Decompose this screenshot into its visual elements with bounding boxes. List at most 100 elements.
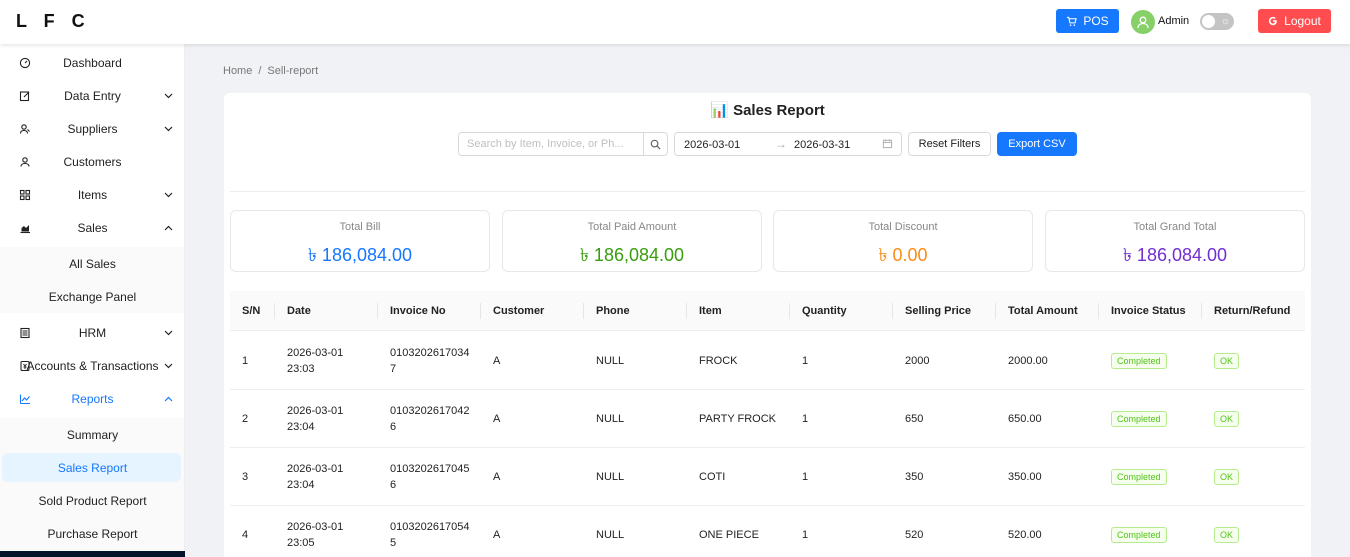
search-field[interactable] [458,132,668,156]
cell-item: FROCK [699,355,738,367]
table-row[interactable]: 2 2026-03-01 23:04 0103202617042 6 A NULL … [230,390,1305,448]
sidebar-item-customers[interactable]: Customers [0,145,184,178]
stat-title: Total Bill [339,221,381,233]
date-end-input[interactable]: 2026-03-31 [794,139,850,151]
search-icon [650,139,661,150]
cell-total-amount: 650.00 [1008,413,1042,425]
sidebar-item-hrm[interactable]: HRM [0,316,184,349]
search-input[interactable] [459,133,645,155]
chevron-down-icon [163,361,173,371]
column-header-phone[interactable]: Phone [596,305,630,317]
stat-title: Total Paid Amount [587,221,677,233]
sidebar-item-accounts[interactable]: Accounts & Transactions [0,349,184,382]
sidebar-item-label: Reports [71,391,114,406]
sidebar-item-suppliers[interactable]: Suppliers [0,112,184,145]
sidebar-item-label: Purchase Report [47,526,138,541]
sidebar-item-label: All Sales [69,256,116,271]
cell-date-time: 23:04 [287,421,315,433]
sidebar-item-purchase-report[interactable]: Purchase Report [0,517,184,550]
cell-quantity: 1 [802,355,809,367]
breadcrumb-home[interactable]: Home [223,65,252,77]
chevron-down-icon [163,190,173,200]
pos-label: POS [1083,14,1109,28]
calendar-icon [882,138,893,152]
cell-date: 2026-03-01 23:05 [287,519,343,551]
stat-card-total-paid: Total Paid Amount ৳ 186,084.00 [502,210,762,272]
cell-sn: 3 [242,471,249,483]
page-title: 📊 Sales Report [224,101,1311,119]
cell-invoice-part2: 7 [390,363,397,375]
cell-customer: A [493,471,501,483]
cell-quantity: 1 [802,413,809,425]
cell-invoice-part2: 5 [390,537,397,549]
column-header-invoice[interactable]: Invoice No [390,305,446,317]
logout-button[interactable]: Logout [1258,9,1331,33]
table-row[interactable]: 3 2026-03-01 23:04 0103202617045 6 A NULL … [230,448,1305,506]
shopping-cart-icon [1067,16,1078,26]
sidebar-item-sold-product-report[interactable]: Sold Product Report [0,484,184,517]
sidebar-item-label: Exchange Panel [48,289,137,304]
column-divider [892,303,893,319]
cell-sn: 1 [242,355,249,367]
date-start-input[interactable]: 2026-03-01 [684,139,740,151]
sidebar-item-label: Items [77,187,108,202]
cell-invoice: 0103202617042 6 [390,403,470,435]
sidebar-item-label: Sales [77,220,108,235]
table-header: S/N Date Invoice No Customer Phone Item … [230,291,1305,331]
column-header-sn[interactable]: S/N [242,305,260,317]
cell-customer: A [493,413,501,425]
sidebar-item-all-sales[interactable]: All Sales [0,247,184,280]
column-header-invoice-status[interactable]: Invoice Status [1111,305,1186,317]
stat-card-total-bill: Total Bill ৳ 186,084.00 [230,210,490,272]
cell-invoice-part2: 6 [390,421,397,433]
column-divider [1201,303,1202,319]
cell-sn: 4 [242,529,249,541]
sidebar-item-exchange-panel[interactable]: Exchange Panel [0,280,184,313]
breadcrumb: Home / Sell-report [223,65,318,77]
sidebar-item-reports[interactable]: Reports [0,382,184,415]
date-range-picker[interactable]: 2026-03-01 → 2026-03-31 [674,132,902,156]
theme-toggle[interactable]: ☼ [1200,13,1234,30]
cell-date-time: 23:04 [287,479,315,491]
chevron-up-icon [163,223,173,233]
pos-button[interactable]: POS [1056,9,1119,33]
export-csv-button[interactable]: Export CSV [997,132,1077,156]
sidebar-item-label: Dashboard [63,55,122,70]
cell-date-time: 23:03 [287,363,315,375]
column-header-total-amount[interactable]: Total Amount [1008,305,1078,317]
cell-invoice: 0103202617054 5 [390,519,470,551]
sidebar-item-data-entry[interactable]: Data Entry [0,79,184,112]
sidebar-item-items[interactable]: Items [0,178,184,211]
sidebar-footer-bar [0,551,185,557]
cell-selling-price: 2000 [905,355,930,367]
table-row[interactable]: 1 2026-03-01 23:03 0103202617034 7 A NULL … [230,332,1305,390]
reset-filters-button[interactable]: Reset Filters [908,132,991,156]
toggle-knob [1202,15,1215,28]
sidebar-item-label: Customers [63,154,122,169]
column-header-quantity[interactable]: Quantity [802,305,847,317]
cell-customer: A [493,529,501,541]
sidebar: Dashboard Data Entry Suppliers Customers… [0,44,185,557]
sidebar-item-summary[interactable]: Summary [0,418,184,451]
avatar[interactable] [1131,10,1155,34]
sidebar-item-sales[interactable]: Sales [0,211,184,244]
divider [230,191,1305,192]
column-header-item[interactable]: Item [699,305,722,317]
column-header-date[interactable]: Date [287,305,311,317]
cell-quantity: 1 [802,529,809,541]
column-header-return-refund[interactable]: Return/Refund [1214,305,1290,317]
chevron-up-icon [163,394,173,404]
cell-date-time: 23:05 [287,537,315,549]
table-row[interactable]: 4 2026-03-01 23:05 0103202617054 5 A NULL … [230,506,1305,557]
cell-date-day: 2026-03-01 [287,521,344,533]
top-header: L F C POS Admin ☼ Logout [0,0,1350,44]
sidebar-item-dashboard[interactable]: Dashboard [0,46,184,79]
cell-phone: NULL [596,413,625,425]
column-divider [789,303,790,319]
column-header-selling-price[interactable]: Selling Price [905,305,971,317]
cell-date: 2026-03-01 23:04 [287,403,343,435]
sidebar-item-sales-report[interactable]: Sales Report [0,451,184,484]
column-header-customer[interactable]: Customer [493,305,544,317]
search-button[interactable] [643,133,667,155]
app-logo[interactable]: L F C [16,11,91,32]
